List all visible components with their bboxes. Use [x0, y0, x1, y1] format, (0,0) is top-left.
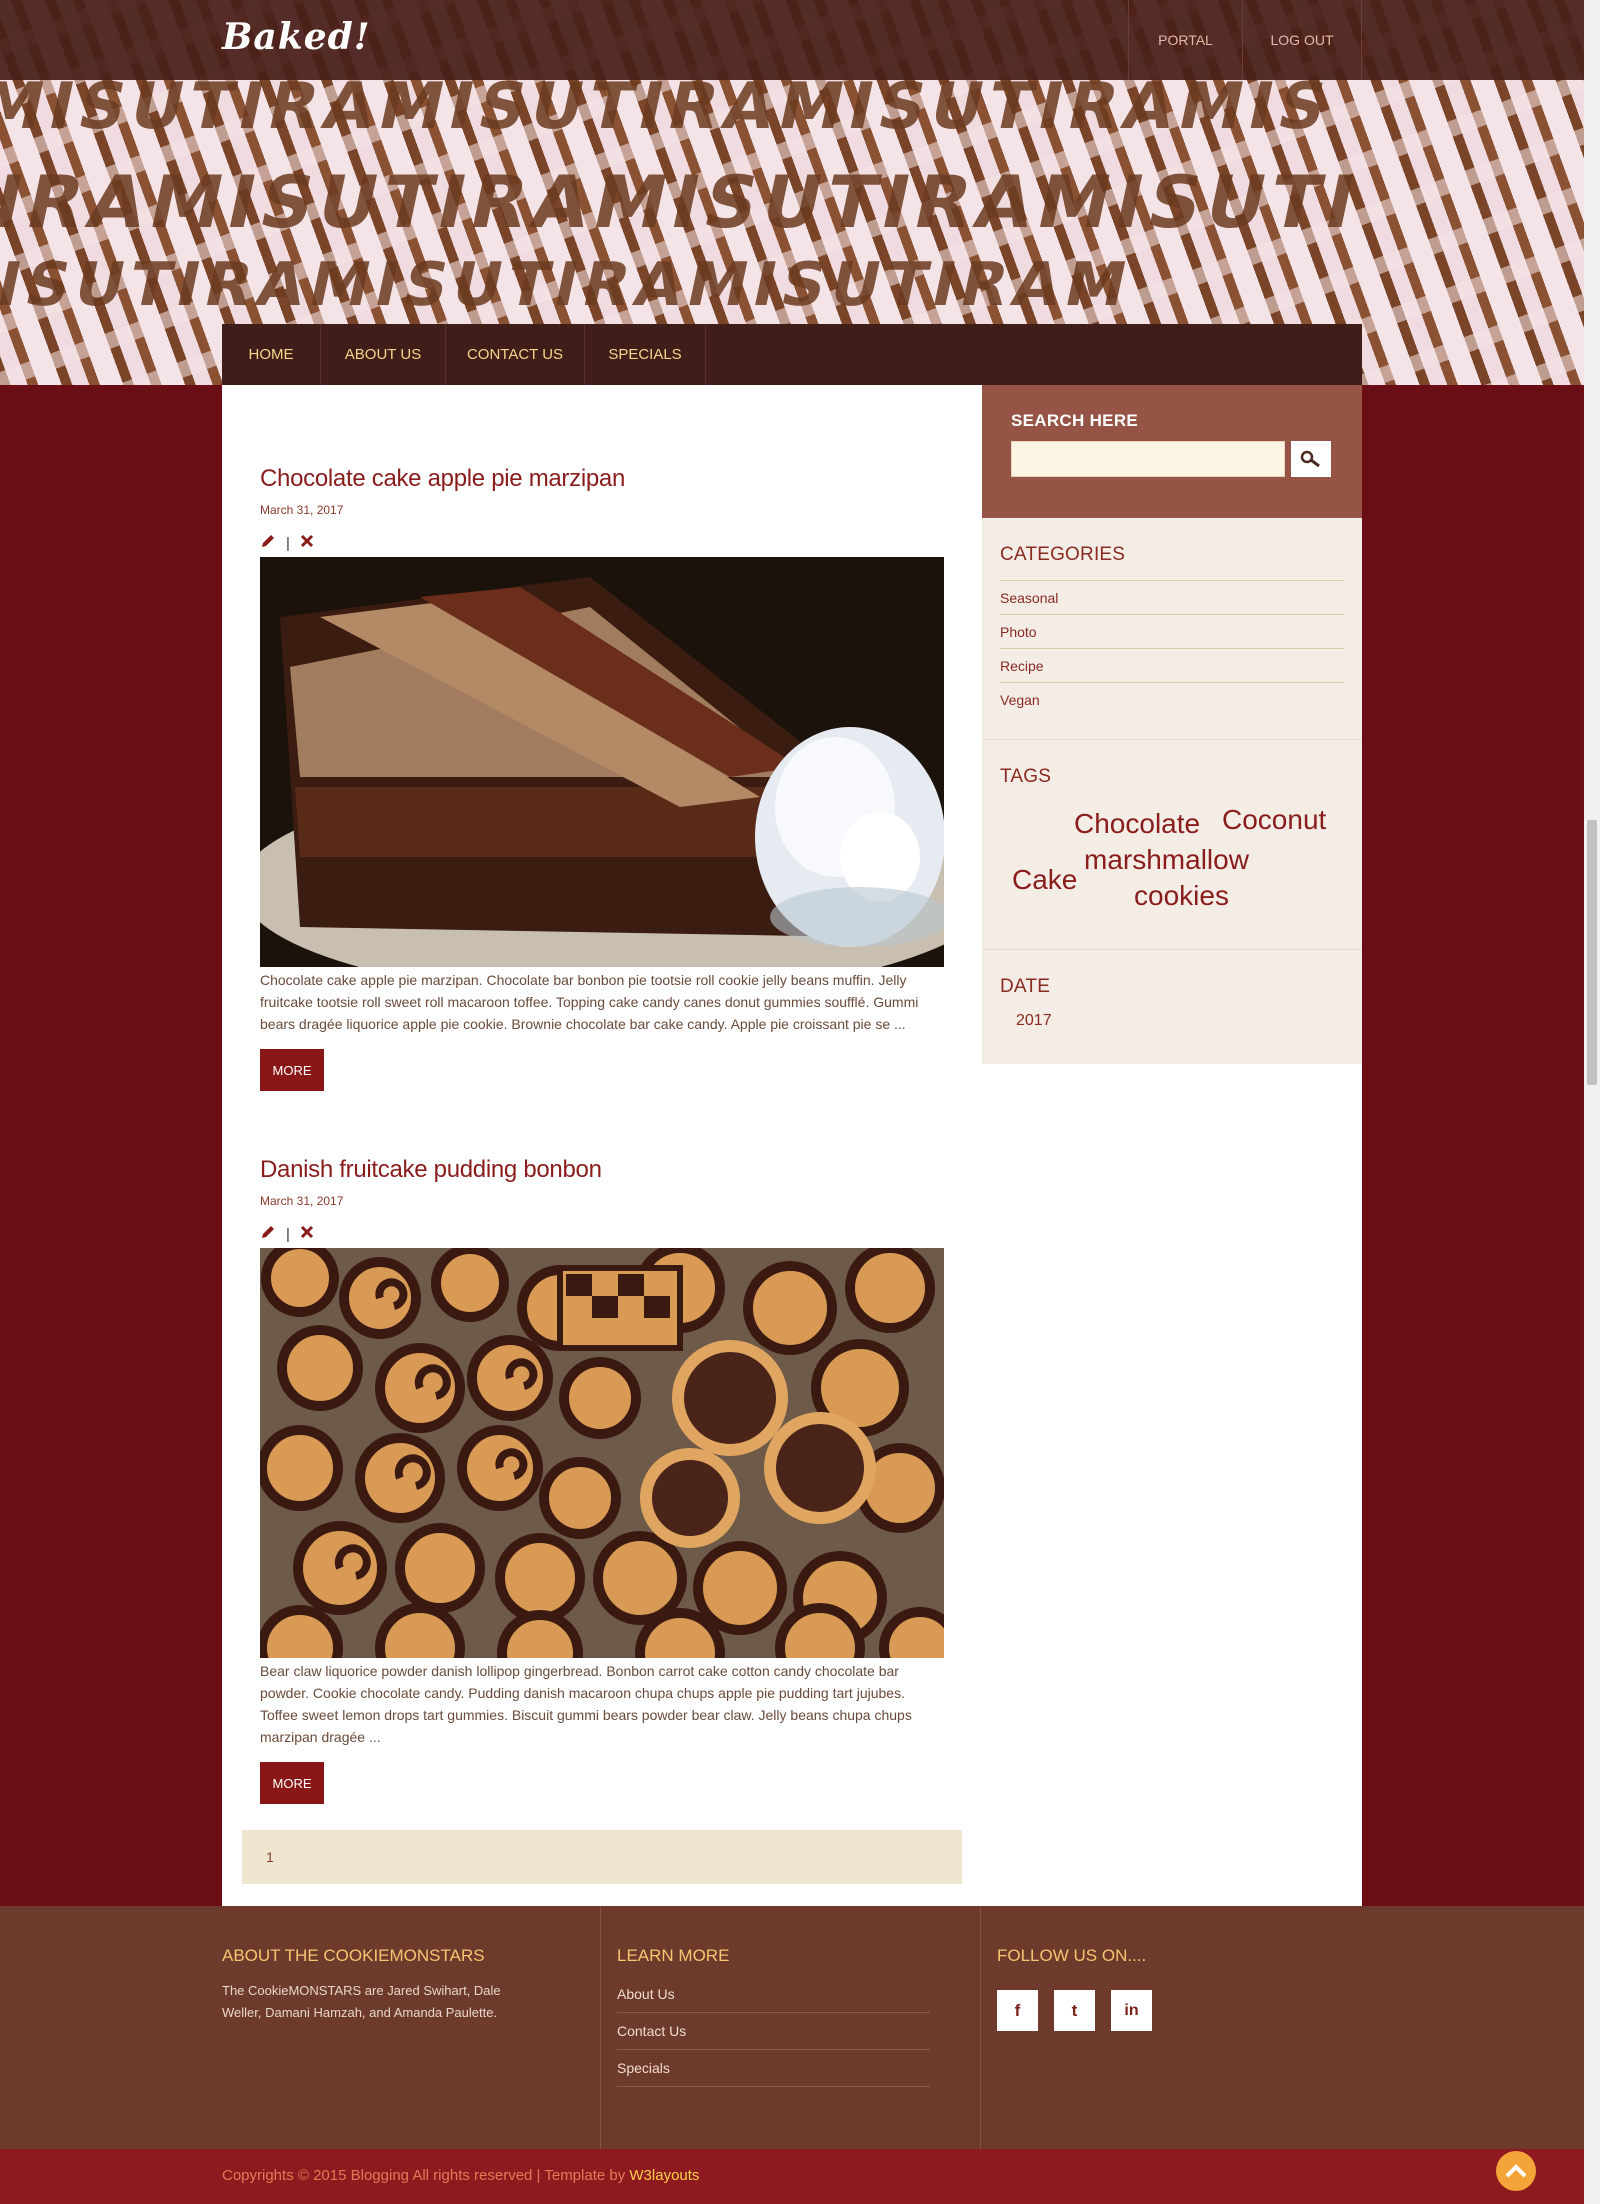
nav-home[interactable]: HOME	[222, 324, 321, 385]
search-widget: SEARCH HERE	[982, 385, 1362, 518]
portal-link[interactable]: PORTAL	[1128, 0, 1242, 80]
footer-divider	[980, 1906, 981, 2149]
nav-specials[interactable]: SPECIALS	[585, 324, 706, 385]
date-widget: DATE 2017	[982, 950, 1362, 1050]
banner-text-row: TIRAMISUTIRAMISUTIRAMISUTI	[0, 160, 1369, 244]
post-actions: |	[260, 533, 944, 553]
footer: ABOUT THE COOKIEMONSTARS The CookieMONST…	[0, 1906, 1584, 2149]
post-excerpt: Chocolate cake apple pie marzipan. Choco…	[260, 972, 919, 1032]
copyright-bar: Copyrights © 2015 Blogging All rights re…	[0, 2149, 1584, 2204]
category-seasonal[interactable]: Seasonal	[1000, 580, 1344, 614]
tags-title: TAGS	[1000, 766, 1052, 787]
linkedin-icon[interactable]: in	[1111, 1990, 1152, 2031]
search-input[interactable]	[1011, 441, 1285, 477]
action-separator: |	[286, 1225, 290, 1243]
footer-learn-title: LEARN MORE	[617, 1946, 730, 1965]
tag-cake[interactable]: Cake	[1012, 864, 1077, 896]
tags-widget: TAGS Chocolate Coconut marshmallow Cake …	[982, 740, 1362, 950]
tag-coconut[interactable]: Coconut	[1222, 804, 1326, 836]
more-button[interactable]: MORE	[260, 1762, 324, 1804]
top-bar: Baked! PORTAL LOG OUT	[0, 0, 1584, 80]
footer-about: ABOUT THE COOKIEMONSTARS The CookieMONST…	[222, 1946, 522, 2024]
categories-widget: CATEGORIES Seasonal Photo Recipe Vegan	[982, 518, 1362, 740]
date-year-link[interactable]: 2017	[1000, 1012, 1344, 1030]
more-button[interactable]: MORE	[260, 1049, 324, 1091]
pagination: 1	[242, 1830, 962, 1884]
post-image-cookies	[260, 1248, 944, 1658]
post-title[interactable]: Chocolate cake apple pie marzipan	[260, 465, 944, 493]
date-title: DATE	[1000, 976, 1051, 997]
post-list: Chocolate cake apple pie marzipan March …	[222, 385, 982, 1906]
delete-icon[interactable]	[300, 534, 314, 552]
post-actions: |	[260, 1224, 944, 1244]
edit-icon[interactable]	[260, 533, 276, 553]
post-date: March 31, 2017	[260, 503, 344, 517]
banner-text-row: MISUTIRAMISUTIRAMISUTIRAMIS	[0, 70, 1339, 144]
search-icon	[1300, 450, 1320, 468]
banner-next-arrow-icon[interactable]	[1544, 300, 1584, 340]
main-nav: HOME ABOUT US CONTACT US SPECIALS	[222, 324, 1362, 385]
tag-chocolate[interactable]: Chocolate	[1074, 808, 1200, 840]
logout-link[interactable]: LOG OUT	[1242, 0, 1362, 80]
post-image-chocolate-cake	[260, 557, 944, 967]
back-to-top-button[interactable]	[1496, 2151, 1536, 2191]
footer-about-text: The CookieMONSTARS are Jared Swihart, Da…	[222, 1983, 501, 2020]
category-vegan[interactable]: Vegan	[1000, 682, 1344, 716]
site-logo[interactable]: Baked!	[222, 16, 371, 58]
footer-link-specials[interactable]: Specials	[617, 2050, 930, 2087]
banner-text-row: AMISUTIRAMISUTIRAMISUTIRAM	[0, 250, 1140, 320]
post-date: March 31, 2017	[260, 1194, 344, 1208]
search-title: SEARCH HERE	[1011, 411, 1139, 430]
copyright-label: Copyrights © 2015 Blogging All rights re…	[222, 2167, 630, 2184]
tag-marshmallow[interactable]: marshmallow	[1084, 844, 1249, 876]
delete-icon[interactable]	[300, 1225, 314, 1243]
footer-divider	[600, 1906, 601, 2149]
chevron-up-icon	[1505, 2164, 1527, 2178]
footer-follow: FOLLOW US ON.... f t in	[997, 1946, 1297, 2031]
post-title[interactable]: Danish fruitcake pudding bonbon	[260, 1156, 944, 1184]
w3layouts-link[interactable]: W3layouts	[629, 2167, 699, 2184]
edit-icon[interactable]	[260, 1224, 276, 1244]
footer-link-about-us[interactable]: About Us	[617, 1976, 930, 2013]
content-area: Chocolate cake apple pie marzipan March …	[222, 385, 1362, 1906]
action-separator: |	[286, 534, 290, 552]
footer-about-title: ABOUT THE COOKIEMONSTARS	[222, 1946, 485, 1965]
scrollbar-thumb[interactable]	[1587, 820, 1597, 1085]
category-photo[interactable]: Photo	[1000, 614, 1344, 648]
page-scrollbar[interactable]	[1584, 0, 1600, 2204]
footer-follow-title: FOLLOW US ON....	[997, 1946, 1147, 1965]
facebook-icon[interactable]: f	[997, 1990, 1038, 2031]
blog-post: Danish fruitcake pudding bonbon March 31…	[260, 1156, 944, 1804]
footer-learn-more: LEARN MORE About Us Contact Us Specials	[617, 1946, 930, 2087]
sidebar: SEARCH HERE CATEGORIES Seasonal Photo Re…	[982, 385, 1362, 1064]
footer-link-contact-us[interactable]: Contact Us	[617, 2013, 930, 2050]
nav-about-us[interactable]: ABOUT US	[321, 324, 446, 385]
page-link-1[interactable]: 1	[266, 1849, 274, 1865]
nav-contact-us[interactable]: CONTACT US	[446, 324, 585, 385]
blog-post: Chocolate cake apple pie marzipan March …	[260, 465, 944, 1091]
twitter-icon[interactable]: t	[1054, 1990, 1095, 2031]
tag-cookies[interactable]: cookies	[1134, 880, 1229, 912]
search-button[interactable]	[1291, 441, 1331, 477]
post-excerpt: Bear claw liquorice powder danish lollip…	[260, 1663, 912, 1745]
copyright-text: Copyrights © 2015 Blogging All rights re…	[222, 2167, 699, 2184]
categories-title: CATEGORIES	[1000, 544, 1126, 565]
category-recipe[interactable]: Recipe	[1000, 648, 1344, 682]
